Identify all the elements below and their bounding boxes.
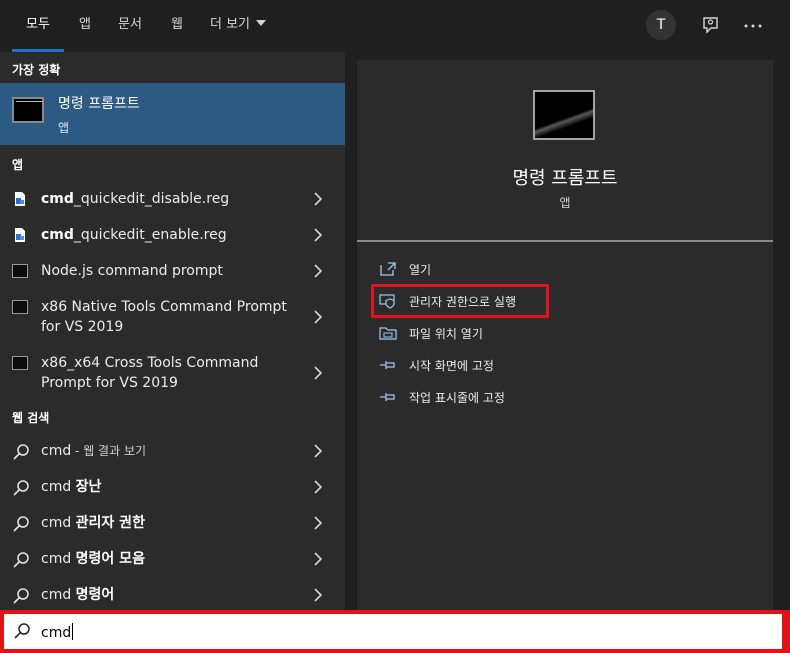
tab-label: 더 보기: [209, 17, 250, 32]
item-text: x86_x64 Cross Tools Command: [41, 355, 259, 371]
app-result-item[interactable]: cmd_quickedit_disable.reg: [0, 186, 345, 212]
console-icon: [12, 264, 28, 278]
search-icon: [14, 623, 30, 639]
chevron-down-icon: [256, 20, 266, 26]
web-result-item[interactable]: cmd 명령어 모음: [0, 547, 345, 573]
reg-file-icon: [15, 228, 25, 242]
tab-label: 앱: [79, 17, 91, 32]
chevron-right-icon[interactable]: [312, 444, 324, 458]
tab-documents[interactable]: 문서: [110, 0, 150, 52]
chevron-right-icon[interactable]: [312, 228, 324, 242]
action-open[interactable]: 열기: [377, 259, 757, 281]
app-result-item[interactable]: x86_x64 Cross Tools Command Prompt for V…: [0, 351, 345, 395]
search-icon: [13, 588, 29, 604]
chevron-right-icon[interactable]: [312, 264, 324, 278]
search-value: cmd: [41, 625, 72, 641]
preview-subtitle: 앱: [559, 196, 571, 210]
query-text: cmd: [41, 587, 76, 603]
chevron-right-icon[interactable]: [312, 366, 324, 380]
item-text: x86 Native Tools Command Prompt: [41, 299, 287, 315]
item-text-line2: for VS 2019: [41, 319, 124, 335]
preview-title: 명령 프롬프트: [512, 168, 618, 189]
action-pin-to-taskbar[interactable]: 작업 표시줄에 고정: [377, 387, 757, 409]
tab-label: 모두: [26, 17, 50, 32]
avatar-initial: T: [656, 17, 666, 33]
query-suffix: - 웹 결과 보기: [71, 444, 147, 458]
action-label: 시작 화면에 고정: [409, 359, 494, 373]
search-icon: [13, 480, 29, 496]
match-text: cmd: [41, 227, 74, 243]
search-icon: [13, 552, 29, 568]
text-cursor: [72, 623, 74, 640]
preview-panel: 명령 프롬프트 앱 열기 관리자 권한으로 실행 파일 위치 열기 시작 화면에…: [357, 60, 773, 610]
query-text: cmd: [41, 443, 72, 459]
best-match-heading: 가장 정확: [12, 63, 61, 77]
search-icon: [13, 516, 29, 532]
avatar[interactable]: T: [646, 10, 676, 40]
query-suggestion: 명령어 모음: [75, 551, 145, 567]
chevron-right-icon[interactable]: [312, 480, 324, 494]
search-input[interactable]: cmd: [4, 614, 782, 649]
apps-heading: 앱: [12, 158, 24, 172]
item-text: _quickedit_enable.reg: [73, 227, 227, 243]
web-result-item[interactable]: cmd 명령어: [0, 583, 345, 609]
results-panel: 가장 정확 명령 프롬프트 앱 앱 cmd_quickedit_disable.…: [0, 52, 345, 610]
pin-icon: [380, 361, 395, 369]
best-match-item[interactable]: 명령 프롬프트 앱: [0, 83, 345, 145]
best-match-title: 명령 프롬프트: [58, 96, 140, 112]
chevron-right-icon[interactable]: [312, 192, 324, 206]
tab-more[interactable]: 더 보기: [202, 0, 274, 52]
query-text: cmd: [41, 551, 76, 567]
app-result-item[interactable]: Node.js command prompt: [0, 259, 345, 285]
top-tab-bar: 모두 앱 문서 웹 더 보기 T: [0, 0, 790, 52]
query-suggestion: 명령어: [75, 587, 115, 603]
console-icon: [12, 97, 44, 123]
tab-label: 웹: [171, 17, 183, 32]
action-label: 파일 위치 열기: [409, 327, 483, 341]
best-match-subtitle: 앱: [58, 121, 70, 135]
divider: [357, 240, 773, 242]
match-text: cmd: [41, 191, 74, 207]
web-search-heading: 웹 검색: [12, 411, 50, 425]
action-open-file-location[interactable]: 파일 위치 열기: [377, 323, 757, 345]
console-icon: [533, 90, 595, 140]
tab-all[interactable]: 모두: [12, 0, 64, 52]
query-text: cmd: [41, 479, 76, 495]
tab-web[interactable]: 웹: [162, 0, 192, 52]
action-label: 작업 표시줄에 고정: [409, 391, 505, 405]
item-text-line2: Prompt for VS 2019: [41, 375, 178, 391]
pin-icon: [380, 393, 395, 401]
highlight-box: [371, 284, 549, 318]
query-suggestion: 관리자 권한: [75, 515, 145, 531]
reg-file-icon: [15, 192, 25, 206]
feedback-icon[interactable]: [699, 14, 723, 38]
chevron-right-icon[interactable]: [312, 310, 324, 324]
more-options-icon[interactable]: [741, 14, 765, 38]
item-text: _quickedit_disable.reg: [73, 191, 230, 207]
web-result-item[interactable]: cmd - 웹 결과 보기: [0, 439, 345, 465]
open-icon: [380, 262, 396, 276]
console-icon: [12, 356, 28, 370]
chevron-right-icon[interactable]: [312, 516, 324, 530]
console-icon: [12, 300, 28, 314]
action-pin-to-start[interactable]: 시작 화면에 고정: [377, 355, 757, 377]
tab-apps[interactable]: 앱: [70, 0, 100, 52]
search-highlight-frame: cmd: [0, 610, 790, 653]
app-result-item[interactable]: x86 Native Tools Command Prompt for VS 2…: [0, 295, 345, 339]
query-text: cmd: [41, 515, 76, 531]
chevron-right-icon[interactable]: [312, 552, 324, 566]
web-result-item[interactable]: cmd 장난: [0, 475, 345, 501]
search-icon: [13, 444, 29, 460]
item-text: Node.js command prompt: [41, 263, 223, 279]
tab-label: 문서: [118, 17, 142, 32]
folder-icon: [379, 327, 397, 340]
chevron-right-icon[interactable]: [312, 588, 324, 602]
query-suggestion: 장난: [75, 479, 102, 495]
web-result-item[interactable]: cmd 관리자 권한: [0, 511, 345, 537]
app-result-item[interactable]: cmd_quickedit_enable.reg: [0, 222, 345, 248]
action-label: 열기: [409, 263, 432, 277]
